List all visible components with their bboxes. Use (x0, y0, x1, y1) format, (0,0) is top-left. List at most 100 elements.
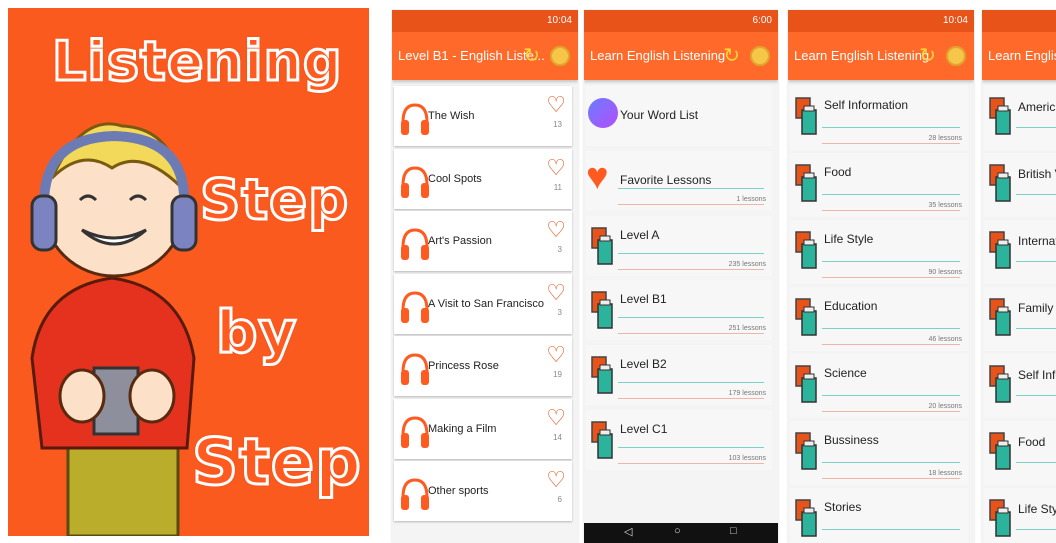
topic-title: Family (1018, 301, 1054, 315)
status-bar (982, 10, 1056, 32)
divider (822, 143, 960, 144)
lesson-card[interactable]: Making a Film ♡ 14 (394, 398, 572, 459)
menu-item[interactable]: Level B2 179 lessons (586, 345, 772, 406)
book-icon (794, 163, 820, 203)
like-count: 3 (557, 245, 562, 254)
topic-item[interactable]: American (984, 86, 1056, 150)
refresh-icon[interactable]: ↻ (723, 45, 740, 67)
lesson-count: 28 lessons (928, 135, 962, 142)
progress-line (1016, 395, 1056, 396)
book-icon (988, 364, 1014, 404)
heart-icon[interactable]: ♡ (546, 406, 566, 429)
topic-item[interactable]: Science 20 lessons (790, 354, 968, 418)
lesson-count: 90 lessons (928, 269, 962, 276)
app-title: Learn English Listening (590, 48, 726, 63)
menu-item-title: Level B1 (620, 292, 667, 307)
topic-title: Self Inform (1018, 368, 1056, 382)
book-icon (988, 230, 1014, 270)
heart-icon[interactable]: ♡ (546, 281, 566, 304)
like-count: 13 (553, 120, 562, 129)
phone-screen-level-b1: 10:04 Level B1 - English Liste... ↻ The … (392, 10, 578, 543)
book-icon (590, 290, 616, 330)
heart-icon[interactable]: ♡ (546, 156, 566, 179)
like-count: 14 (553, 432, 562, 442)
progress-line (822, 261, 960, 262)
topic-item[interactable]: Food 35 lessons (790, 153, 968, 217)
topic-item[interactable]: Life Style 90 lessons (790, 220, 968, 284)
topic-title: Life Style (824, 232, 874, 246)
lesson-title: The Wish (428, 110, 475, 122)
headphones-icon (400, 165, 430, 199)
promo-banner: Listening Step by Step (8, 8, 369, 536)
topic-item[interactable]: Food (984, 421, 1056, 485)
lesson-title: A Visit to San Francisco (428, 297, 544, 310)
app-title: Learn English L (988, 48, 1056, 63)
menu-item[interactable]: Level A 235 lessons (586, 215, 772, 276)
lesson-card[interactable]: A Visit to San Francisco ♡ 3 (394, 273, 572, 334)
lesson-card[interactable]: Art's Passion ♡ 3 (394, 211, 572, 271)
headphones-icon (400, 415, 430, 449)
topic-title: Life Style (1018, 502, 1056, 516)
recents-icon[interactable]: □ (730, 525, 737, 537)
headphones-icon (400, 102, 430, 136)
topic-item[interactable]: Self Information 28 lessons (790, 86, 968, 150)
status-time: 10:04 (546, 15, 572, 26)
book-icon (794, 230, 820, 270)
palette-icon[interactable] (550, 46, 570, 66)
progress-line (1016, 328, 1056, 329)
progress-line (1016, 261, 1056, 262)
lesson-card[interactable]: Other sports ♡ 6 (394, 461, 572, 521)
topic-item[interactable]: Self Inform (984, 354, 1056, 418)
menu-item[interactable]: Level C1 103 lessons (586, 410, 772, 470)
refresh-icon[interactable]: ↻ (919, 45, 936, 67)
lesson-count: 20 lessons (928, 403, 962, 410)
heart-icon[interactable]: ♡ (546, 219, 566, 241)
heart-icon[interactable]: ♡ (546, 94, 566, 116)
topic-item[interactable]: Bussiness 18 lessons (790, 421, 968, 485)
lesson-count: 235 lessons (728, 260, 766, 268)
promo-word-by: by (214, 297, 298, 368)
palette-icon[interactable] (946, 46, 966, 66)
lesson-count: 46 lessons (928, 336, 962, 343)
divider (618, 398, 764, 400)
like-count: 11 (553, 182, 562, 192)
heart-icon: ♥ (586, 155, 609, 198)
lesson-count: 35 lessons (928, 202, 962, 209)
app-title: Learn English Listening (794, 48, 930, 63)
topic-item[interactable]: Stories (790, 488, 968, 543)
divider (822, 411, 960, 412)
progress-line (1016, 127, 1056, 128)
book-icon (794, 364, 820, 404)
progress-line (618, 252, 764, 254)
progress-line (618, 382, 764, 384)
topic-title: American (1018, 100, 1056, 114)
phone-screen-topics: 10:04 Learn English Listening ↻ Self Inf… (788, 10, 974, 543)
lesson-card[interactable]: The Wish ♡ 13 (394, 86, 572, 146)
menu-item[interactable]: Your Word List (586, 86, 772, 146)
home-icon[interactable]: ○ (674, 525, 681, 537)
heart-icon[interactable]: ♡ (546, 344, 566, 366)
topic-title: Food (1018, 435, 1046, 449)
status-bar: 10:04 (392, 10, 578, 32)
topic-item[interactable]: Life Style (984, 488, 1056, 543)
lesson-card[interactable]: Princess Rose ♡ 19 (394, 336, 572, 396)
book-icon (794, 96, 820, 136)
palette-icon[interactable] (750, 46, 770, 66)
topic-item[interactable]: British Vo (984, 153, 1056, 217)
promo-word-step-2: Step (191, 425, 363, 502)
refresh-icon[interactable]: ↻ (523, 45, 540, 67)
book-icon (988, 498, 1014, 538)
divider (618, 268, 764, 270)
book-icon (988, 96, 1014, 136)
heart-icon[interactable]: ♡ (546, 469, 566, 491)
topic-item[interactable]: Internatio (984, 220, 1056, 284)
menu-item[interactable]: ♥ Favorite Lessons 1 lessons (586, 150, 772, 211)
progress-line (1016, 529, 1056, 530)
back-icon[interactable]: ◁ (624, 525, 632, 538)
lesson-card[interactable]: Cool Spots ♡ 11 (394, 148, 572, 209)
menu-item[interactable]: Level B1 251 lessons (586, 280, 772, 341)
topic-item[interactable]: Education 46 lessons (790, 287, 968, 351)
topic-item[interactable]: Family (984, 287, 1056, 351)
promo-word-step: Step (198, 167, 350, 235)
topic-title: Food (824, 165, 852, 179)
